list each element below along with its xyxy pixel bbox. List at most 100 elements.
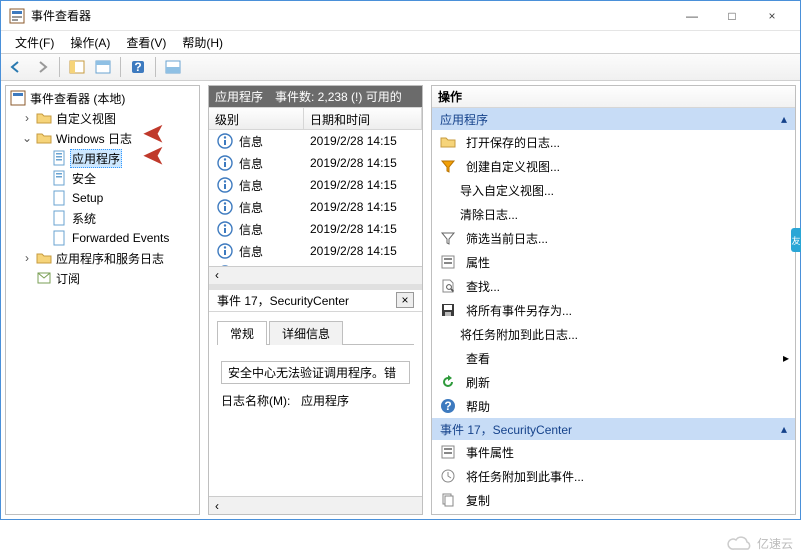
tree-forwarded-events[interactable]: Forwarded Events	[8, 228, 197, 248]
action-label: 打开保存的日志...	[466, 134, 560, 151]
column-level[interactable]: 级别	[209, 108, 304, 129]
help-button[interactable]: ?	[127, 56, 149, 78]
event-level: 信息	[239, 221, 263, 238]
tree-security[interactable]: 安全	[8, 168, 197, 188]
log-icon	[52, 190, 68, 206]
action-label: 刷新	[466, 374, 490, 391]
actions-header: 操作	[432, 86, 795, 108]
event-datetime: 2019/2/28 14:15	[304, 200, 422, 214]
event-datetime: 2019/2/28 14:15	[304, 244, 422, 258]
action-item[interactable]: 刷新	[432, 370, 795, 394]
scroll-left-button[interactable]: ‹	[209, 266, 422, 284]
tree-setup[interactable]: Setup	[8, 188, 197, 208]
menu-action[interactable]: 操作(A)	[62, 32, 118, 53]
column-datetime[interactable]: 日期和时间	[304, 108, 422, 129]
action-item[interactable]: ?帮助	[432, 394, 795, 418]
action-item[interactable]: 查找...	[432, 274, 795, 298]
action-item[interactable]: 复制	[432, 488, 795, 512]
log-icon	[52, 210, 68, 226]
forward-button[interactable]	[31, 56, 53, 78]
action-label: 导入自定义视图...	[460, 182, 554, 199]
event-list[interactable]: 信息2019/2/28 14:15信息2019/2/28 14:15信息2019…	[209, 130, 422, 266]
event-row[interactable]: 信息2019/2/28 14:15	[209, 218, 422, 240]
annotation-arrow: ➤	[142, 140, 165, 173]
action-item[interactable]: 清除日志...	[432, 202, 795, 226]
expand-icon	[440, 350, 456, 366]
svg-text:?: ?	[134, 60, 141, 74]
action-item[interactable]: 创建自定义视图...	[432, 154, 795, 178]
tree-subscriptions[interactable]: 订阅	[8, 268, 197, 288]
find-icon	[440, 278, 456, 294]
scroll-left-button[interactable]: ‹	[209, 496, 422, 514]
action-item[interactable]: 属性	[432, 250, 795, 274]
action-label: 将任务附加到此事件...	[466, 468, 584, 485]
action-label: 事件属性	[466, 444, 514, 461]
event-row[interactable]: 信息2019/2/28 14:15	[209, 196, 422, 218]
filter2-icon	[440, 230, 456, 246]
action-item[interactable]: 将所有事件另存为...	[432, 298, 795, 322]
menu-view[interactable]: 查看(V)	[118, 32, 174, 53]
tree-application[interactable]: 应用程序	[8, 148, 197, 168]
action-label: 复制	[466, 492, 490, 509]
collapse-icon[interactable]: ⌄	[20, 131, 34, 145]
action-label: 筛选当前日志...	[466, 230, 548, 247]
copy-icon	[440, 492, 456, 508]
event-level: 信息	[239, 155, 263, 172]
maximize-button[interactable]: □	[712, 1, 752, 31]
tree-root[interactable]: 事件查看器 (本地)	[8, 88, 197, 108]
tree-app-service-logs[interactable]: › 应用程序和服务日志	[8, 248, 197, 268]
open-folder-icon	[440, 134, 456, 150]
tab-general[interactable]: 常规	[217, 321, 267, 345]
show-panel-button[interactable]	[92, 56, 114, 78]
detail-close-button[interactable]: ×	[396, 292, 414, 308]
event-detail-header: 事件 17，SecurityCenter ×	[209, 290, 422, 312]
event-level: 信息	[239, 177, 263, 194]
expand-icon[interactable]: ›	[20, 111, 34, 125]
expand-icon[interactable]: ›	[20, 251, 34, 265]
props-icon	[440, 254, 456, 270]
toolbar-separator	[120, 57, 121, 77]
navigation-tree-pane: 事件查看器 (本地) › 自定义视图 ⌄ Windows 日志 应用程序	[5, 85, 200, 515]
collapse-icon[interactable]: ▴	[781, 112, 787, 126]
back-button[interactable]	[5, 56, 27, 78]
tree-windows-logs[interactable]: ⌄ Windows 日志	[8, 128, 197, 148]
event-row[interactable]: 信息2019/2/28 14:15	[209, 240, 422, 262]
body: 事件查看器 (本地) › 自定义视图 ⌄ Windows 日志 应用程序	[1, 81, 800, 519]
app-window: 事件查看器 — □ × 文件(F) 操作(A) 查看(V) 帮助(H) ? 事件…	[0, 0, 801, 520]
menubar: 文件(F) 操作(A) 查看(V) 帮助(H)	[1, 31, 800, 53]
tree-custom-views[interactable]: › 自定义视图	[8, 108, 197, 128]
action-item[interactable]: 导入自定义视图...	[432, 178, 795, 202]
close-button[interactable]: ×	[752, 1, 792, 31]
action-item[interactable]: 事件属性	[432, 440, 795, 464]
minimize-button[interactable]: —	[672, 1, 712, 31]
action-item[interactable]: 将任务附加到此事件...	[432, 464, 795, 488]
log-icon	[52, 150, 68, 166]
log-name-label: 日志名称(M):	[221, 392, 301, 409]
action-item[interactable]: 查看▸	[432, 346, 795, 370]
preview-button[interactable]	[162, 56, 184, 78]
action-item[interactable]: 打开保存的日志...	[432, 130, 795, 154]
action-item[interactable]: 将任务附加到此日志...	[432, 322, 795, 346]
detail-tabs: 常规 详细信息	[217, 320, 414, 345]
action-item[interactable]: 筛选当前日志...	[432, 226, 795, 250]
tree-system[interactable]: 系统	[8, 208, 197, 228]
show-tree-button[interactable]	[66, 56, 88, 78]
event-row[interactable]: 信息2019/2/28 14:15	[209, 174, 422, 196]
action-item[interactable]: 保存选择的事件...	[432, 512, 795, 514]
event-row[interactable]: 信息2019/2/28 14:15	[209, 152, 422, 174]
filter-icon	[440, 158, 456, 174]
action-label: 创建自定义视图...	[466, 158, 560, 175]
info-icon	[217, 155, 233, 171]
tab-details[interactable]: 详细信息	[269, 321, 343, 345]
menu-help[interactable]: 帮助(H)	[174, 32, 231, 53]
collapse-icon[interactable]: ▴	[781, 422, 787, 436]
info-icon	[217, 177, 233, 193]
folder-icon	[36, 130, 52, 146]
side-tab[interactable]: 友	[791, 228, 800, 252]
event-list-header: 应用程序 事件数: 2,238 (!) 可用的	[209, 86, 422, 108]
actions-section-log: 应用程序 ▴	[432, 108, 795, 130]
event-row[interactable]: 信息2019/2/28 14:15	[209, 130, 422, 152]
menu-file[interactable]: 文件(F)	[7, 32, 62, 53]
navigation-tree[interactable]: 事件查看器 (本地) › 自定义视图 ⌄ Windows 日志 应用程序	[6, 86, 199, 514]
watermark-logo: 亿速云	[727, 535, 793, 552]
